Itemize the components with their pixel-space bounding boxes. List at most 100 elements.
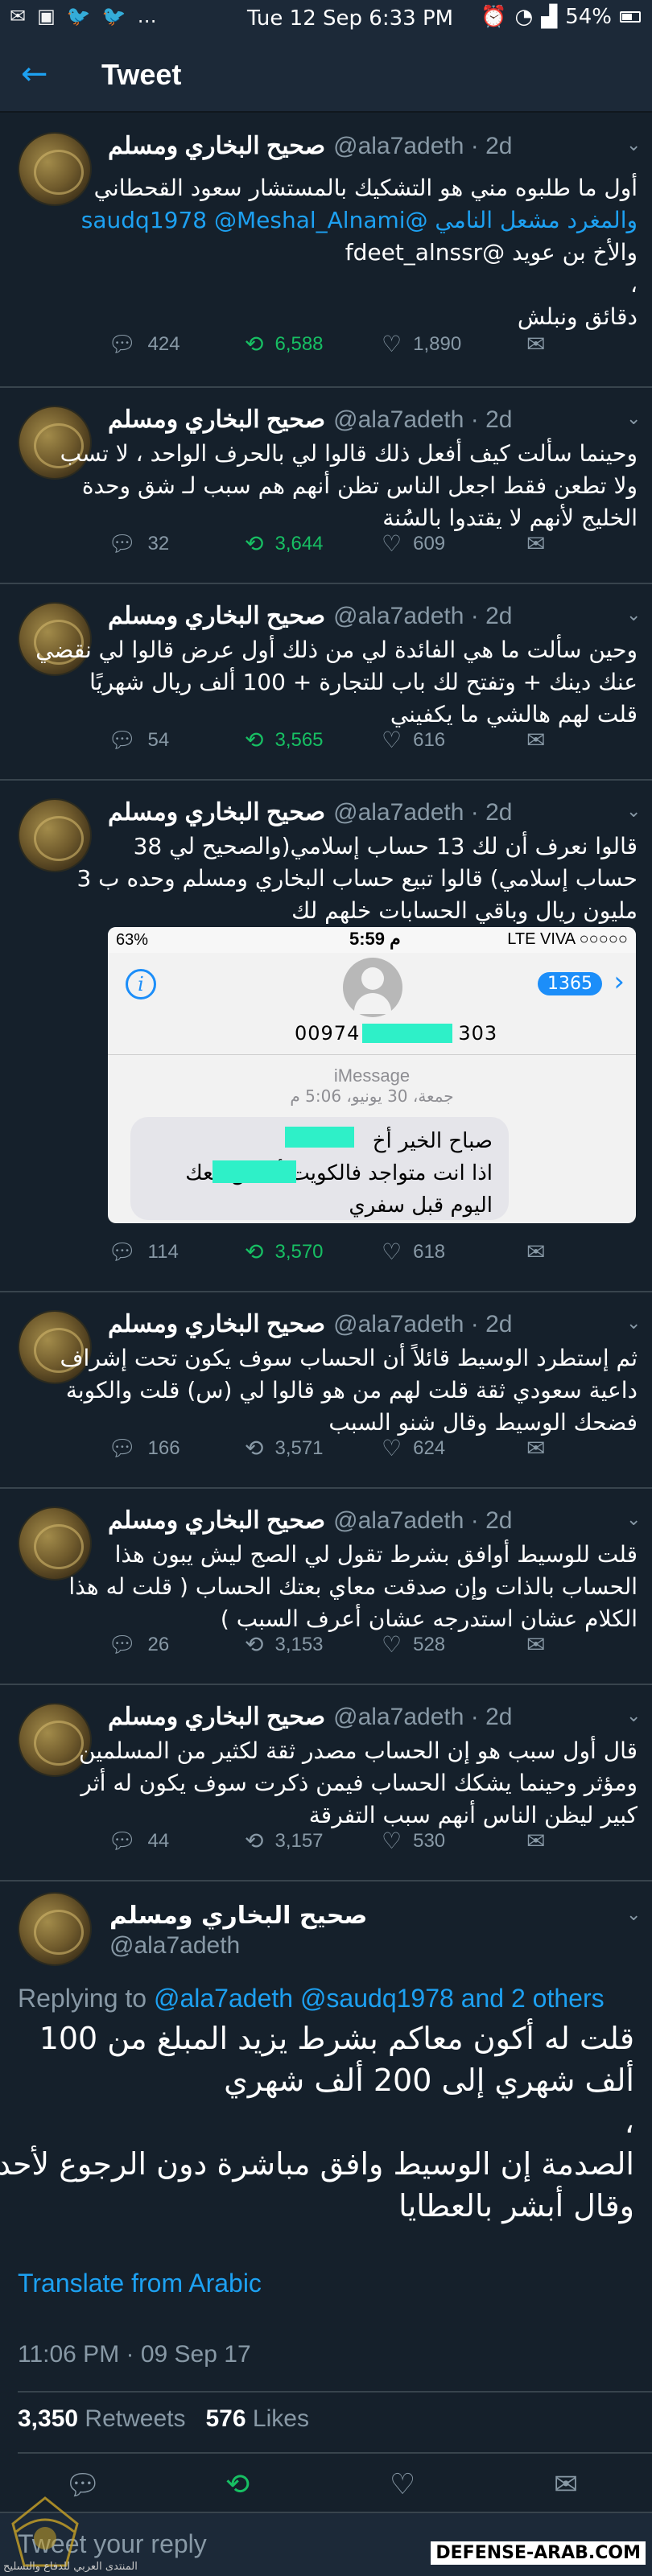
mail-icon: ✉ [526, 332, 546, 357]
chevron-down-icon[interactable]: ⌄ [626, 1313, 641, 1333]
info-icon: i [126, 969, 156, 999]
retweet-button[interactable]: ⟲ 6,588 [245, 333, 324, 356]
tweet-actions: 💬︎ 114 ⟲ 3,570 ♡ 618 ✉ [108, 1241, 623, 1273]
embedded-battery: 63% [116, 930, 149, 949]
wifi-icon: ◔ [514, 5, 534, 29]
bubble-line: اذا انت متواجد فالكويت أجلس معك [185, 1161, 493, 1185]
reply-button[interactable]: 💬︎ 32 [108, 533, 169, 555]
chevron-down-icon[interactable]: ⌄ [626, 409, 641, 429]
avatar[interactable] [18, 798, 92, 872]
tweet-line: وقال أبشر بالعطايا [398, 2188, 634, 2224]
tweet[interactable]: صحيح البخاري ومسلم @ala7adeth · 2d ⌄ قال… [0, 781, 652, 1292]
share-button[interactable]: ✉ [526, 729, 545, 752]
reply-button[interactable]: 💬︎ 44 [108, 1830, 169, 1853]
reply-button[interactable]: 💬︎ 54 [108, 729, 169, 752]
tweet-line: قلت للوسيط أوافق بشرط تقول لي الصج ليش ي… [114, 1541, 638, 1568]
tweet-line: الكلام عشان استدرجه عشان أعرف السبب ) [220, 1605, 638, 1632]
tweet-image[interactable]: 63% 5:59 م LTE VIVA ○○○○○ i 1365 › 00974… [108, 927, 636, 1223]
share-button[interactable]: ✉ [526, 1437, 545, 1460]
redaction-mark [362, 1024, 452, 1043]
reply-button[interactable]: 💬︎ 26 [108, 1634, 169, 1656]
share-button[interactable]: ✉ [526, 1634, 545, 1656]
chevron-right-icon: › [613, 966, 625, 998]
tweet-line: ، [624, 2104, 634, 2140]
reply-icon: 💬︎ [108, 332, 137, 357]
author-name[interactable]: صحيح البخاري ومسلم [109, 1902, 367, 1930]
reply-button[interactable]: 💬︎ 424 [108, 333, 180, 356]
avatar[interactable] [18, 132, 92, 206]
mail-icon[interactable]: ✉ [554, 2468, 578, 2501]
retweet-button[interactable]: ⟲ 3,570 [245, 1241, 324, 1263]
retweet-button[interactable]: ⟲ 3,565 [245, 729, 324, 752]
chevron-down-icon[interactable]: ⌄ [626, 802, 641, 822]
tweet[interactable]: صحيح البخاري ومسلم @ala7adeth · 2d ⌄ قال… [0, 1685, 652, 1882]
tweet-line: وحينما سألت كيف أفعل ذلك قالوا لي بالحرف… [60, 440, 638, 467]
service-label: iMessage [333, 1065, 411, 1086]
retweets-count[interactable]: 3,350 [18, 2405, 78, 2432]
watermark-subtext: المنتدى العربي للدفاع والتسليح [3, 2561, 138, 2573]
author-name[interactable]: صحيح البخاري ومسلم [108, 132, 325, 160]
tweet-line: قال أول سبب هو إن الحساب مصدر ثقة لكثير … [79, 1737, 638, 1764]
signal-icon: ▟ [541, 5, 558, 29]
tweet[interactable]: صحيح البخاري ومسلم @ala7adeth · 2d ⌄ أول… [0, 114, 652, 388]
likes-count[interactable]: 576 [206, 2405, 246, 2432]
share-button[interactable]: ✉ [526, 1830, 545, 1853]
author-handle[interactable]: @ala7adeth [109, 1932, 240, 1960]
share-button[interactable]: ✉ [526, 1241, 545, 1263]
tweet[interactable]: صحيح البخاري ومسلم @ala7adeth · 2d ⌄ وحي… [0, 584, 652, 781]
tweet-stats: 3,350 Retweets 576 Likes [18, 2405, 309, 2433]
like-button[interactable]: ♡ 609 [382, 533, 445, 555]
like-button[interactable]: ♡ 530 [382, 1830, 445, 1853]
tweet-text: وحين سألت ما هي الفائدة لي من ذلك أول عر… [35, 634, 638, 731]
back-arrow-icon[interactable]: ← [21, 58, 48, 90]
share-button[interactable]: ✉ [526, 533, 545, 555]
avatar[interactable] [18, 1892, 92, 1966]
retweet-button[interactable]: ⟲ 3,153 [245, 1634, 324, 1656]
mail-icon: ✉ [526, 1239, 546, 1264]
chevron-down-icon[interactable]: ⌄ [626, 1510, 641, 1530]
tweet[interactable]: صحيح البخاري ومسلم @ala7adeth · 2d ⌄ ثم … [0, 1292, 652, 1489]
replying-to-users[interactable]: @ala7adeth @saudq1978 and 2 others [154, 1984, 605, 2013]
like-button[interactable]: ♡ 624 [382, 1437, 445, 1460]
reply-button[interactable]: 💬︎ 114 [108, 1241, 179, 1263]
embedded-status-bar: 63% 5:59 م LTE VIVA ○○○○○ [108, 927, 636, 953]
heart-icon[interactable]: ♡ [390, 2468, 415, 2501]
author-name[interactable]: صحيح البخاري ومسلم [108, 1310, 325, 1338]
retweet-button[interactable]: ⟲ 3,644 [245, 533, 324, 555]
share-button[interactable]: ✉ [526, 333, 545, 356]
chevron-down-icon[interactable]: ⌄ [626, 1905, 641, 1925]
tweet-line: ألف شهري إلى 200 ألف شهري [224, 2063, 634, 2098]
chevron-down-icon[interactable]: ⌄ [626, 605, 641, 625]
like-count: 618 [413, 1241, 446, 1263]
translate-link[interactable]: Translate from Arabic [18, 2269, 262, 2298]
status-bar-right: ⏰ ◔ ▟ 54% [481, 5, 641, 29]
reply-button[interactable]: 💬︎ 166 [108, 1437, 180, 1460]
tweet-line-mention[interactable]: والأخ بن عويد @fdeet_alnssr [108, 237, 638, 269]
author-name[interactable]: صحيح البخاري ومسلم [108, 1703, 325, 1731]
retweet-button[interactable]: ⟲ 3,157 [245, 1830, 324, 1853]
tweet[interactable]: صحيح البخاري ومسلم @ala7adeth · 2d ⌄ قلت… [0, 1489, 652, 1685]
likes-label[interactable]: Likes [253, 2405, 309, 2432]
reply-count: 424 [147, 333, 180, 355]
tweet[interactable]: صحيح البخاري ومسلم @ala7adeth · 2d ⌄ وحي… [0, 388, 652, 584]
bubble-line: اليوم قبل سفري [349, 1193, 493, 1218]
retweet-icon[interactable]: ⟲ [225, 2468, 250, 2501]
like-button[interactable]: ♡ 616 [382, 729, 445, 752]
retweet-button[interactable]: ⟲ 3,571 [245, 1437, 324, 1460]
tweet-line-mentions[interactable]: والمغرد مشعل النامي @saudq1978 @Meshal_A… [81, 204, 638, 237]
avatar[interactable] [18, 1506, 92, 1581]
author-name[interactable]: صحيح البخاري ومسلم [108, 798, 325, 826]
author-handle-time: @ala7adeth · 2d [333, 133, 513, 159]
like-button[interactable]: ♡ 528 [382, 1634, 445, 1656]
app-bar: ← Tweet [0, 40, 652, 113]
author-name[interactable]: صحيح البخاري ومسلم [108, 406, 325, 434]
retweets-label[interactable]: Retweets [85, 2405, 185, 2432]
chevron-down-icon[interactable]: ⌄ [626, 1706, 641, 1726]
like-button[interactable]: ♡ 1,890 [382, 333, 461, 356]
tweet-line: حساب إسلامي) قالوا تبيع حساب البخاري ومس… [76, 865, 638, 892]
author-name[interactable]: صحيح البخاري ومسلم [108, 602, 325, 630]
author-name[interactable]: صحيح البخاري ومسلم [108, 1506, 325, 1535]
like-button[interactable]: ♡ 618 [382, 1241, 445, 1263]
chevron-down-icon[interactable]: ⌄ [626, 135, 641, 155]
tweet-line: عنك دينك + وتفتح لك باب للتجارة + 100 أل… [89, 669, 638, 695]
